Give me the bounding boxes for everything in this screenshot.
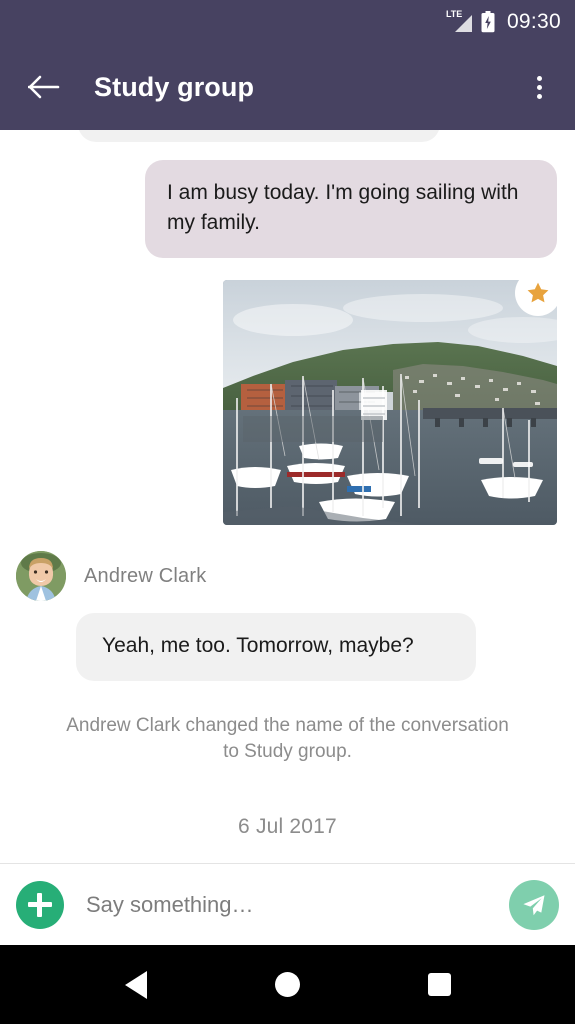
photo-message[interactable]	[223, 270, 561, 525]
app-screen: LTE 09:30 Study group I am busy today. I…	[0, 0, 575, 1024]
message-row-photo	[0, 258, 575, 525]
overflow-dot	[536, 93, 542, 99]
date-separator: 6 Jul 2017	[238, 815, 337, 838]
nav-home-button[interactable]	[252, 945, 322, 1024]
star-icon	[527, 282, 549, 303]
overflow-menu-button[interactable]	[517, 65, 561, 109]
plus-icon	[28, 892, 52, 917]
back-arrow-icon	[28, 75, 60, 99]
nav-home-circle-icon	[274, 972, 300, 997]
photo-artwork	[223, 280, 557, 525]
nav-recents-square-icon	[427, 973, 451, 996]
status-icons: LTE 09:30	[446, 10, 561, 34]
photo-wrapper	[223, 270, 561, 525]
message-row-outgoing: I am busy today. I'm going sailing with …	[0, 130, 575, 258]
signal-triangle	[454, 15, 472, 32]
status-bar: LTE 09:30	[0, 0, 575, 44]
sender-name: Andrew Clark	[84, 564, 207, 587]
signal-bars-icon: LTE	[446, 10, 472, 33]
nav-back-triangle-icon	[124, 970, 147, 999]
android-nav-bar	[0, 945, 575, 1024]
send-paper-plane-icon	[523, 894, 545, 915]
overflow-dot	[536, 75, 542, 81]
user-avatar-photo	[16, 551, 66, 601]
message-input[interactable]	[86, 891, 509, 918]
status-time: 09:30	[506, 10, 561, 33]
page-title: Study group	[94, 71, 255, 102]
message-sender-row: Andrew Clark	[0, 551, 575, 601]
send-button[interactable]	[509, 879, 559, 930]
avatar[interactable]	[16, 551, 66, 601]
message-bubble-outgoing[interactable]: I am busy today. I'm going sailing with …	[145, 160, 557, 258]
message-input-bar	[0, 863, 575, 945]
back-button[interactable]	[22, 65, 66, 109]
system-message: Andrew Clark changed the name of the con…	[66, 715, 509, 762]
nav-back-button[interactable]	[101, 945, 171, 1024]
nav-recents-button[interactable]	[404, 945, 474, 1024]
starred-badge[interactable]	[515, 270, 561, 316]
toolbar: Study group	[0, 44, 575, 130]
message-bubble-partial[interactable]	[78, 130, 440, 142]
message-bubble-incoming[interactable]: Yeah, me too. Tomorrow, maybe?	[76, 613, 476, 681]
harbor-marina-photo[interactable]	[223, 280, 557, 525]
overflow-dot	[536, 84, 542, 90]
add-attachment-button[interactable]	[16, 880, 64, 929]
message-list[interactable]: I am busy today. I'm going sailing with …	[0, 130, 575, 863]
battery-charging-icon	[481, 11, 495, 33]
